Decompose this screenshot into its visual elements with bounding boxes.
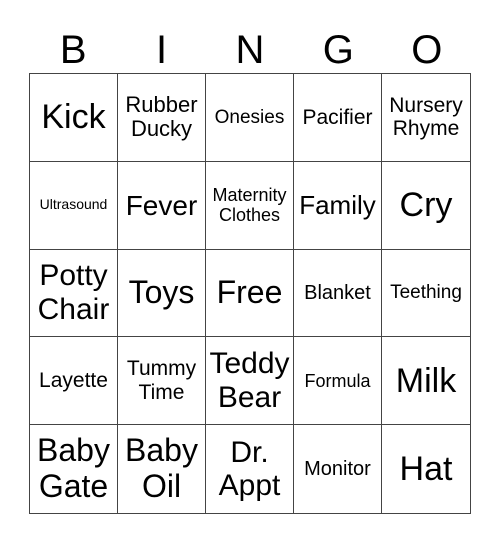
bingo-cell: Maternity Clothes xyxy=(206,161,294,250)
bingo-cell: Formula xyxy=(294,337,382,426)
bingo-cell: Teddy Bear xyxy=(206,337,294,426)
bingo-cell: Layette xyxy=(30,337,118,426)
bingo-cell: Ultrasound xyxy=(30,161,118,250)
bingo-cell: Kick xyxy=(30,74,118,162)
bingo-cell: Dr. Appt xyxy=(206,425,294,513)
bingo-grid: Kick Rubber Ducky Onesies Pacifier Nursery R… xyxy=(29,73,471,514)
bingo-cell: Fever xyxy=(118,161,206,250)
bingo-cell: Cry xyxy=(382,162,470,250)
bingo-cell: Potty Chair xyxy=(30,249,118,338)
bingo-header: B I N G O xyxy=(29,26,471,74)
bingo-cell: Tummy Time xyxy=(118,337,206,426)
bingo-cell: Hat xyxy=(399,450,453,489)
header-letter-g: G xyxy=(322,28,354,72)
bingo-cell: Toys xyxy=(118,249,206,338)
bingo-cell: Onesies xyxy=(206,74,294,162)
bingo-cell: Baby Oil xyxy=(118,425,206,513)
bingo-cell: Rubber Ducky xyxy=(118,74,206,162)
bingo-cell: Blanket xyxy=(294,249,382,338)
header-letter-n: N xyxy=(235,28,265,72)
bingo-cell: Family xyxy=(294,161,382,250)
bingo-cell: Monitor xyxy=(294,425,382,513)
bingo-cell: Free xyxy=(206,249,294,338)
header-letter-i: I xyxy=(156,28,168,72)
bingo-cell: Nursery Rhyme xyxy=(382,74,470,162)
header-letter-o: O xyxy=(411,28,443,72)
bingo-cell: Milk xyxy=(382,337,470,426)
bingo-cell: Teething xyxy=(382,250,470,338)
header-letter-b: B xyxy=(59,28,87,72)
bingo-cell: Pacifier xyxy=(294,74,382,162)
bingo-cell: Baby Gate xyxy=(30,425,118,513)
